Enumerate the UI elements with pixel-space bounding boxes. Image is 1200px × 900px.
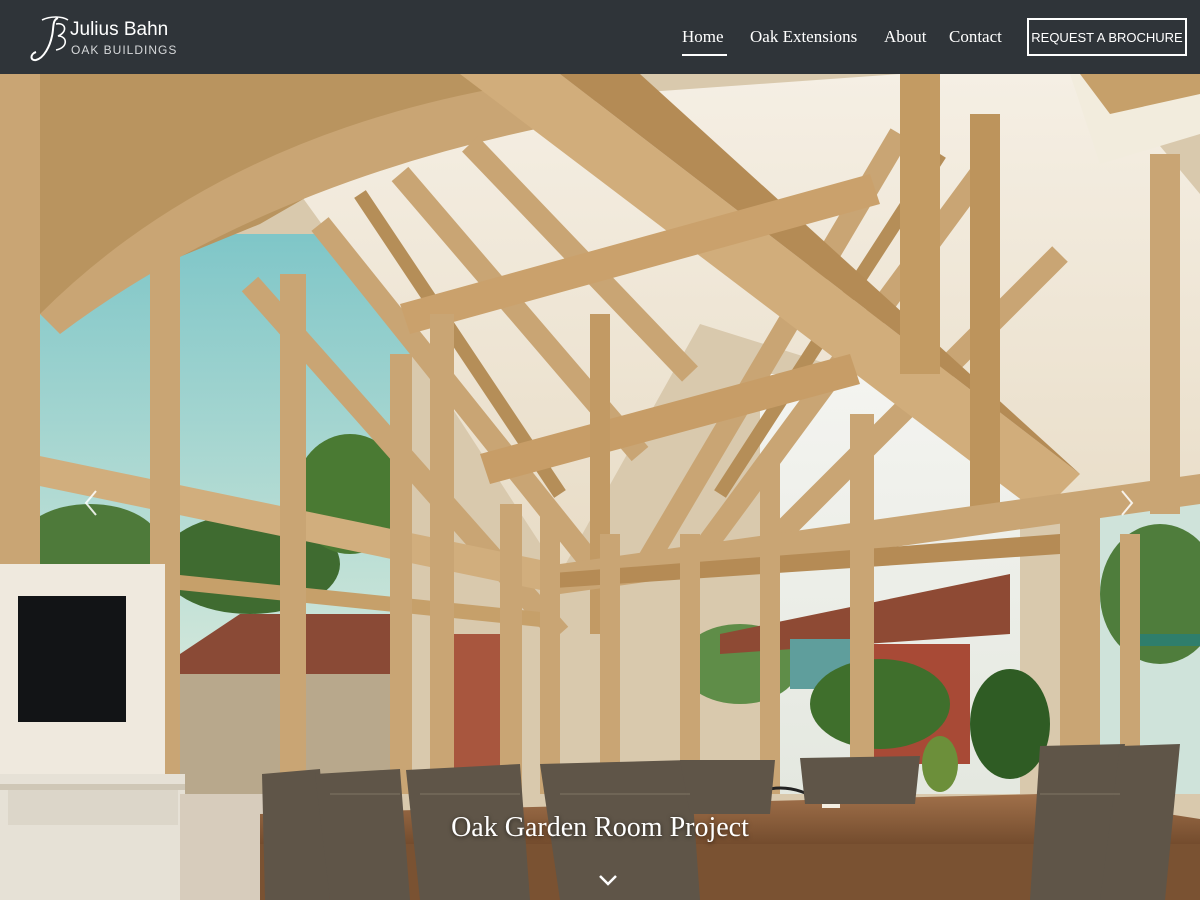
chevron-down-icon: [599, 875, 617, 886]
chevron-right-icon: [1121, 490, 1134, 516]
nav-item-about[interactable]: About: [884, 27, 927, 47]
slider-prev-button[interactable]: [76, 488, 106, 518]
nav-item-contact[interactable]: Contact: [949, 27, 1002, 47]
chevron-left-icon: [84, 490, 97, 516]
slide-caption: Oak Garden Room Project: [451, 812, 749, 843]
scroll-down-button[interactable]: [596, 872, 620, 888]
nav-item-home[interactable]: Home: [682, 27, 724, 47]
hero-image: [0, 74, 1200, 900]
nav-item-oak-extensions[interactable]: Oak Extensions: [750, 27, 857, 47]
site-header: Julius Bahn OAK BUILDINGS Home Oak Exten…: [0, 0, 1200, 74]
hero-slider: Oak Garden Room Project: [0, 74, 1200, 900]
slider-next-button[interactable]: [1112, 488, 1142, 518]
main-nav: Home Oak Extensions About Contact REQUES…: [0, 0, 1200, 74]
active-nav-indicator: [682, 54, 727, 56]
request-brochure-button[interactable]: REQUEST A BROCHURE: [1027, 18, 1187, 56]
